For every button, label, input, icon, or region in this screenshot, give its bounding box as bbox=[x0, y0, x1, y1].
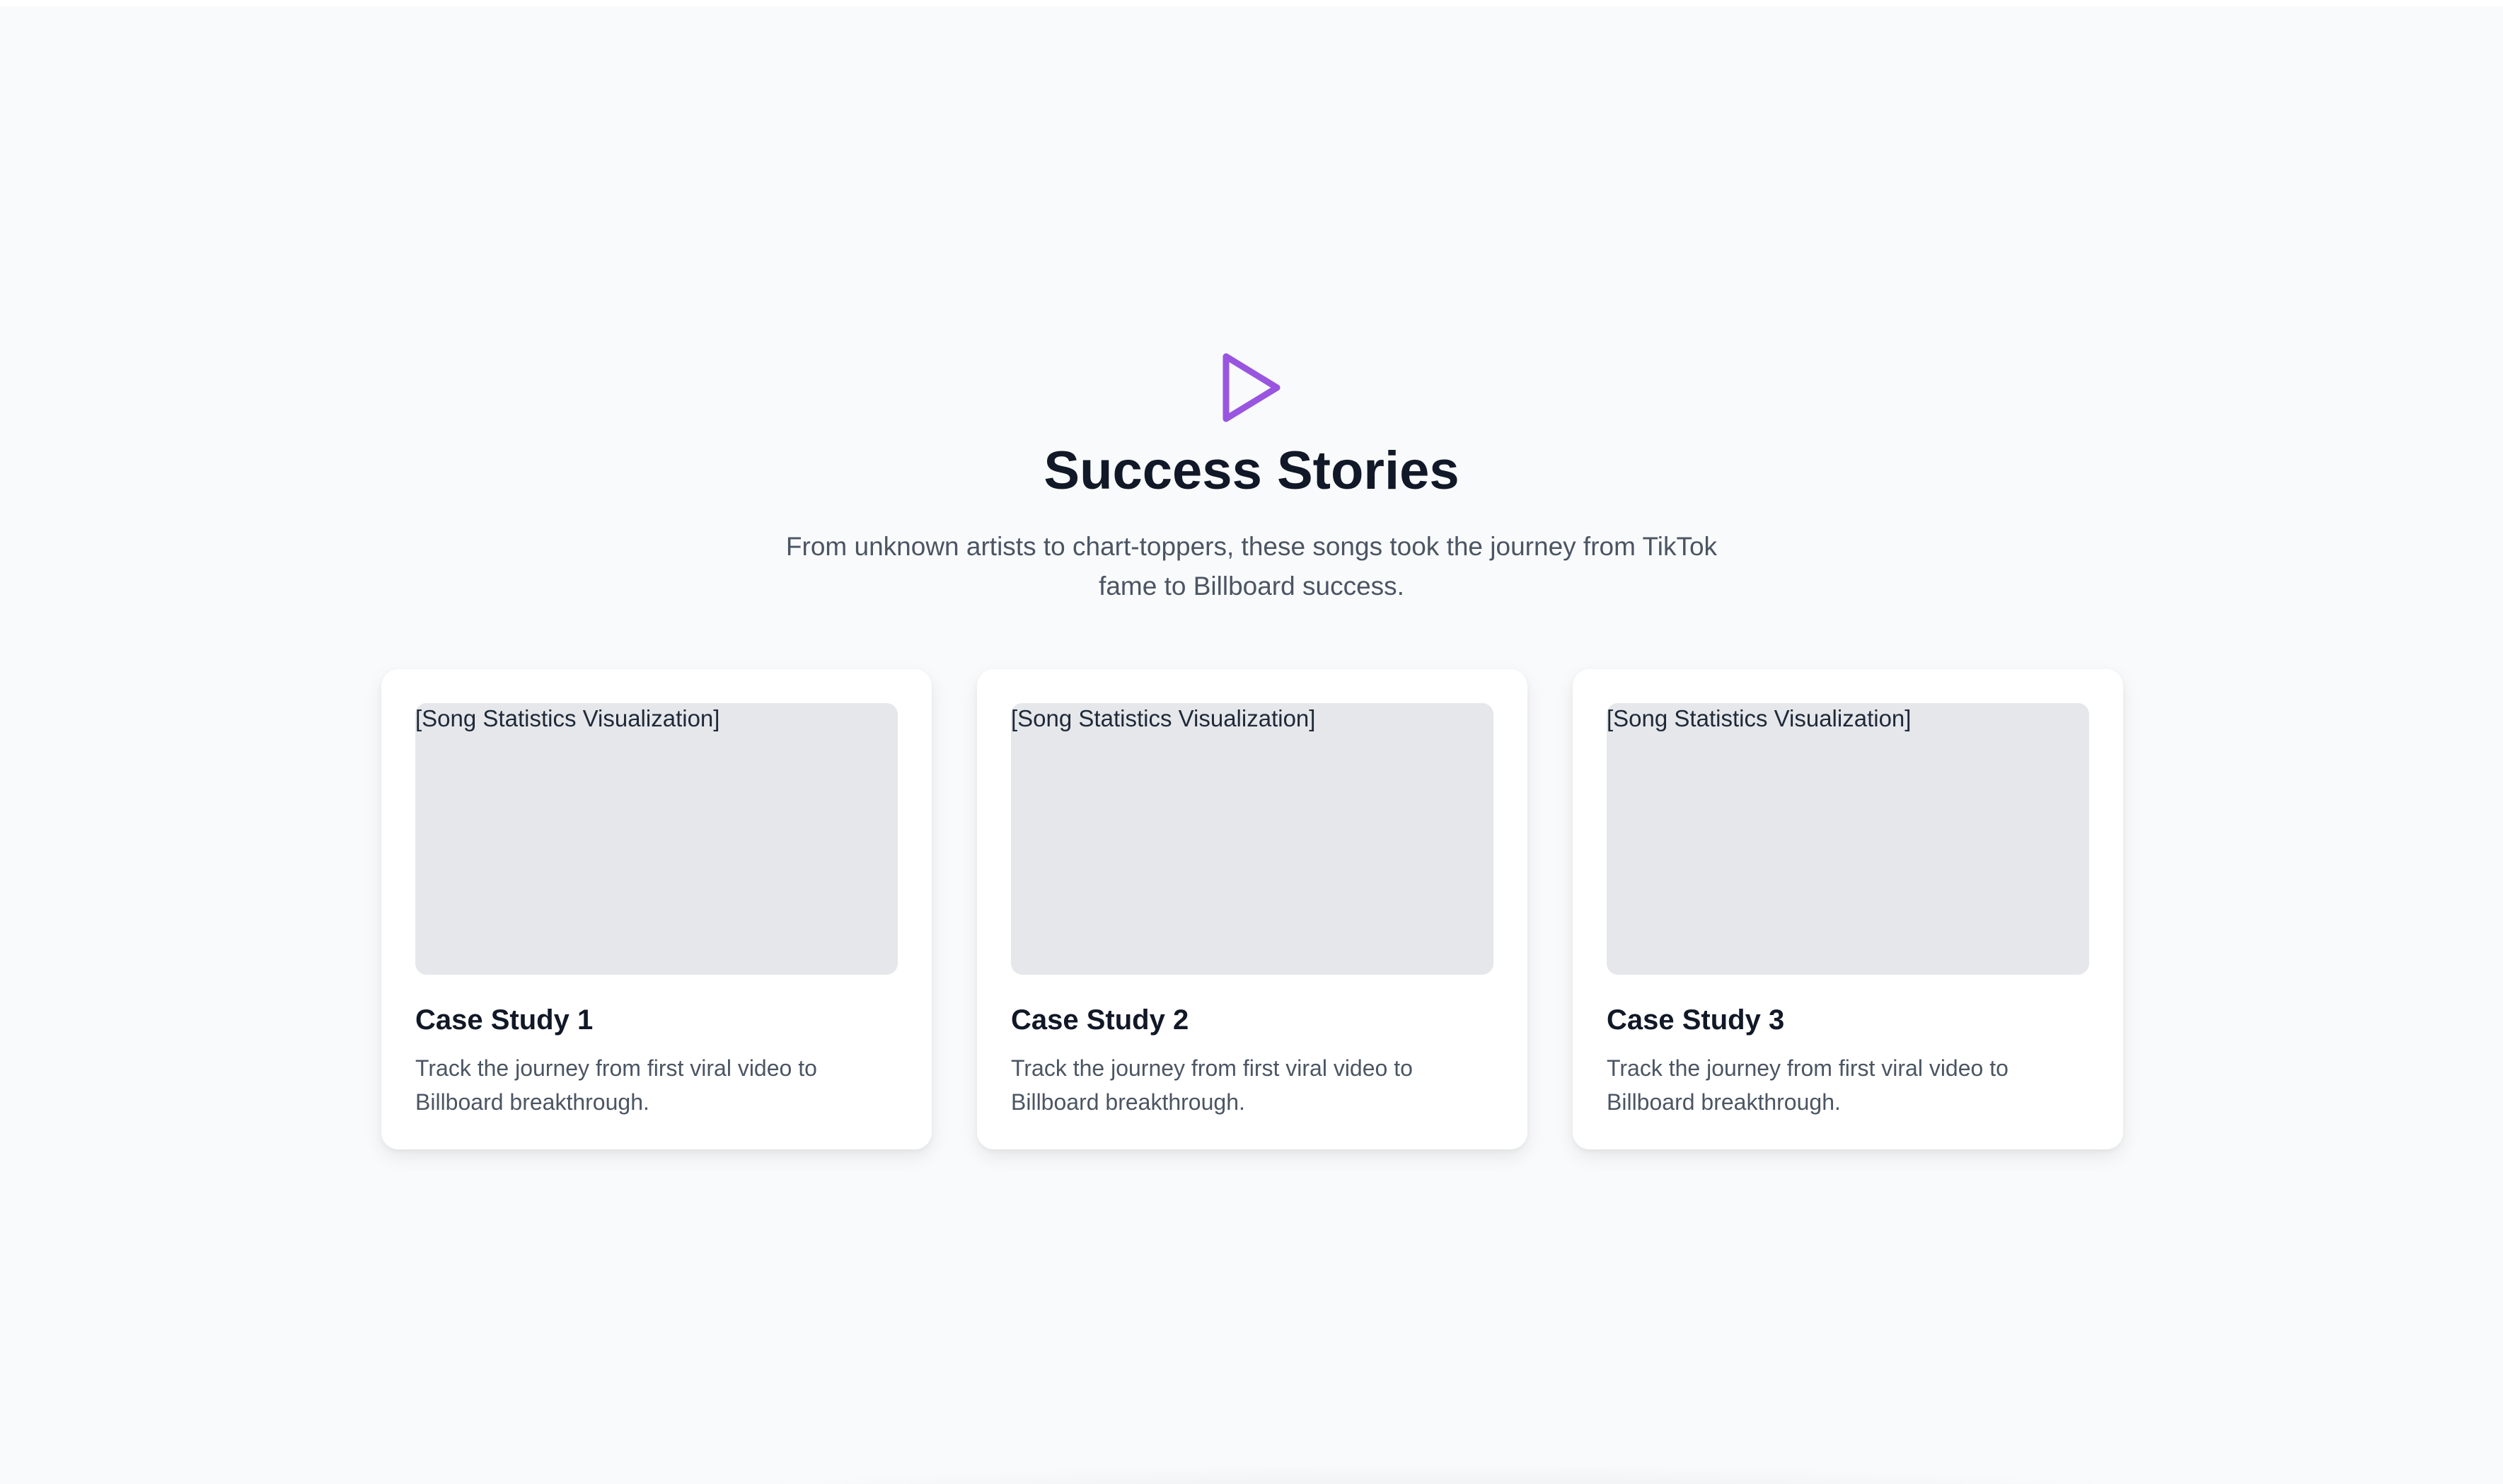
page-title: Success Stories bbox=[1044, 441, 1459, 501]
case-study-card-3[interactable]: [Song Statistics Visualization] Case Stu… bbox=[1573, 669, 2123, 1149]
song-statistics-visualization: [Song Statistics Visualization] bbox=[1011, 703, 1493, 975]
case-study-description: Track the journey from first viral video… bbox=[1011, 1055, 1413, 1115]
case-study-title: Case Study 2 bbox=[1011, 1004, 1189, 1036]
case-study-card-1[interactable]: [Song Statistics Visualization] Case Stu… bbox=[381, 669, 932, 1149]
play-icon bbox=[1222, 353, 1281, 422]
case-study-title: Case Study 3 bbox=[1607, 1004, 1785, 1036]
bottom-shadow bbox=[580, 1463, 2292, 1484]
case-study-description: Track the journey from first viral video… bbox=[415, 1055, 817, 1115]
case-study-card-2[interactable]: [Song Statistics Visualization] Case Stu… bbox=[977, 669, 1527, 1149]
case-study-title: Case Study 1 bbox=[415, 1004, 594, 1036]
song-statistics-visualization: [Song Statistics Visualization] bbox=[1607, 703, 2089, 975]
page: Success Stories From unknown artists to … bbox=[0, 6, 2503, 1484]
hero-section: Success Stories From unknown artists to … bbox=[0, 353, 2503, 606]
song-statistics-visualization: [Song Statistics Visualization] bbox=[415, 703, 898, 975]
case-study-description: Track the journey from first viral video… bbox=[1607, 1055, 2008, 1115]
case-study-list: [Song Statistics Visualization] Case Stu… bbox=[381, 669, 2123, 1149]
page-subtitle: From unknown artists to chart-toppers, t… bbox=[785, 532, 1718, 601]
